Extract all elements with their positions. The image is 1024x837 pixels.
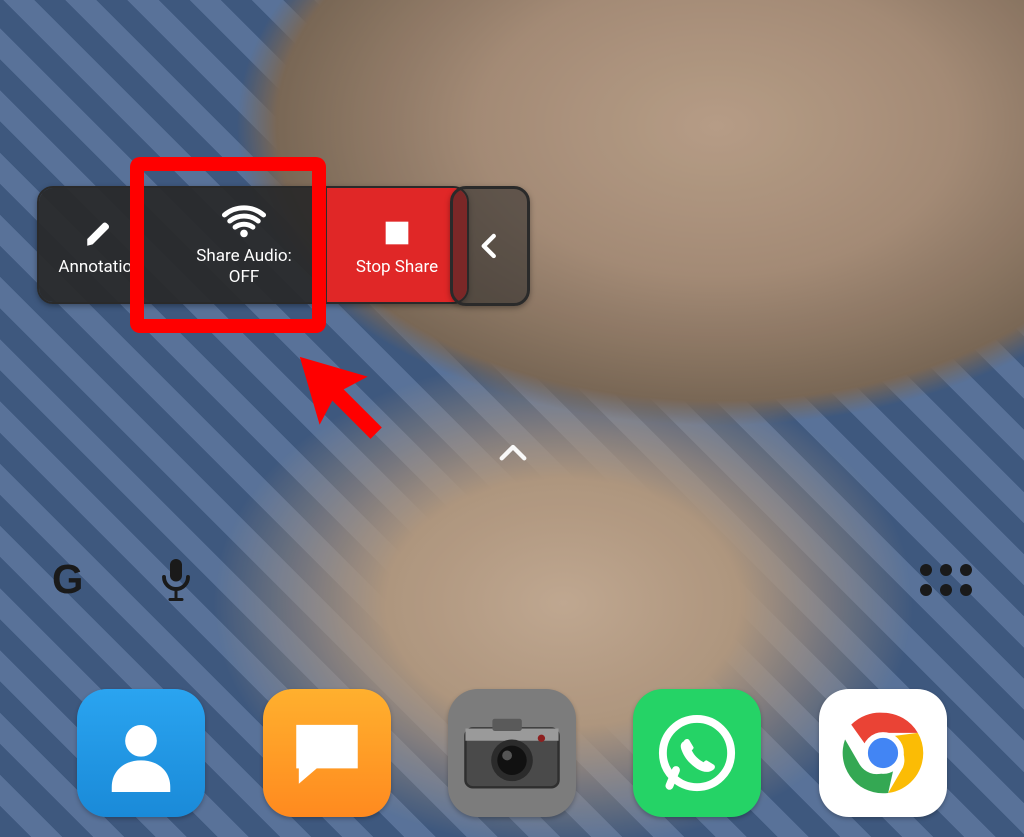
search-widget-row: G xyxy=(52,550,972,610)
dock xyxy=(0,669,1024,837)
share-audio-state: OFF xyxy=(229,268,260,287)
chrome-icon xyxy=(837,707,929,799)
share-audio-label: Share Audio: xyxy=(196,247,291,266)
stop-share-button[interactable]: Stop Share xyxy=(327,188,467,302)
messages-app[interactable] xyxy=(263,689,391,817)
chevron-up-icon xyxy=(498,442,528,462)
annotation-label: Annotation xyxy=(58,258,141,277)
swipe-up-indicator[interactable] xyxy=(498,442,528,462)
wifi-icon xyxy=(220,201,268,243)
stop-icon xyxy=(380,212,414,254)
svg-text:G: G xyxy=(52,558,83,602)
microphone-icon[interactable] xyxy=(158,557,194,603)
messages-icon xyxy=(286,712,368,794)
chrome-app[interactable] xyxy=(819,689,947,817)
whatsapp-icon xyxy=(655,711,739,795)
contacts-app[interactable] xyxy=(77,689,205,817)
whatsapp-app[interactable] xyxy=(633,689,761,817)
apps-grid-icon[interactable] xyxy=(920,564,972,596)
contacts-icon xyxy=(102,714,180,792)
pencil-icon xyxy=(83,212,117,254)
annotation-button[interactable]: Annotation xyxy=(39,188,161,302)
camera-app[interactable] xyxy=(448,689,576,817)
stop-share-label: Stop Share xyxy=(356,258,438,277)
google-g-icon[interactable]: G xyxy=(52,558,96,602)
share-audio-button[interactable]: Share Audio: OFF xyxy=(161,188,327,302)
chevron-left-icon xyxy=(475,223,505,269)
collapse-toolbar-button[interactable] xyxy=(450,186,530,306)
share-toolbar: Annotation Share Audio: OFF Stop Share xyxy=(37,186,469,304)
camera-icon xyxy=(463,714,561,792)
